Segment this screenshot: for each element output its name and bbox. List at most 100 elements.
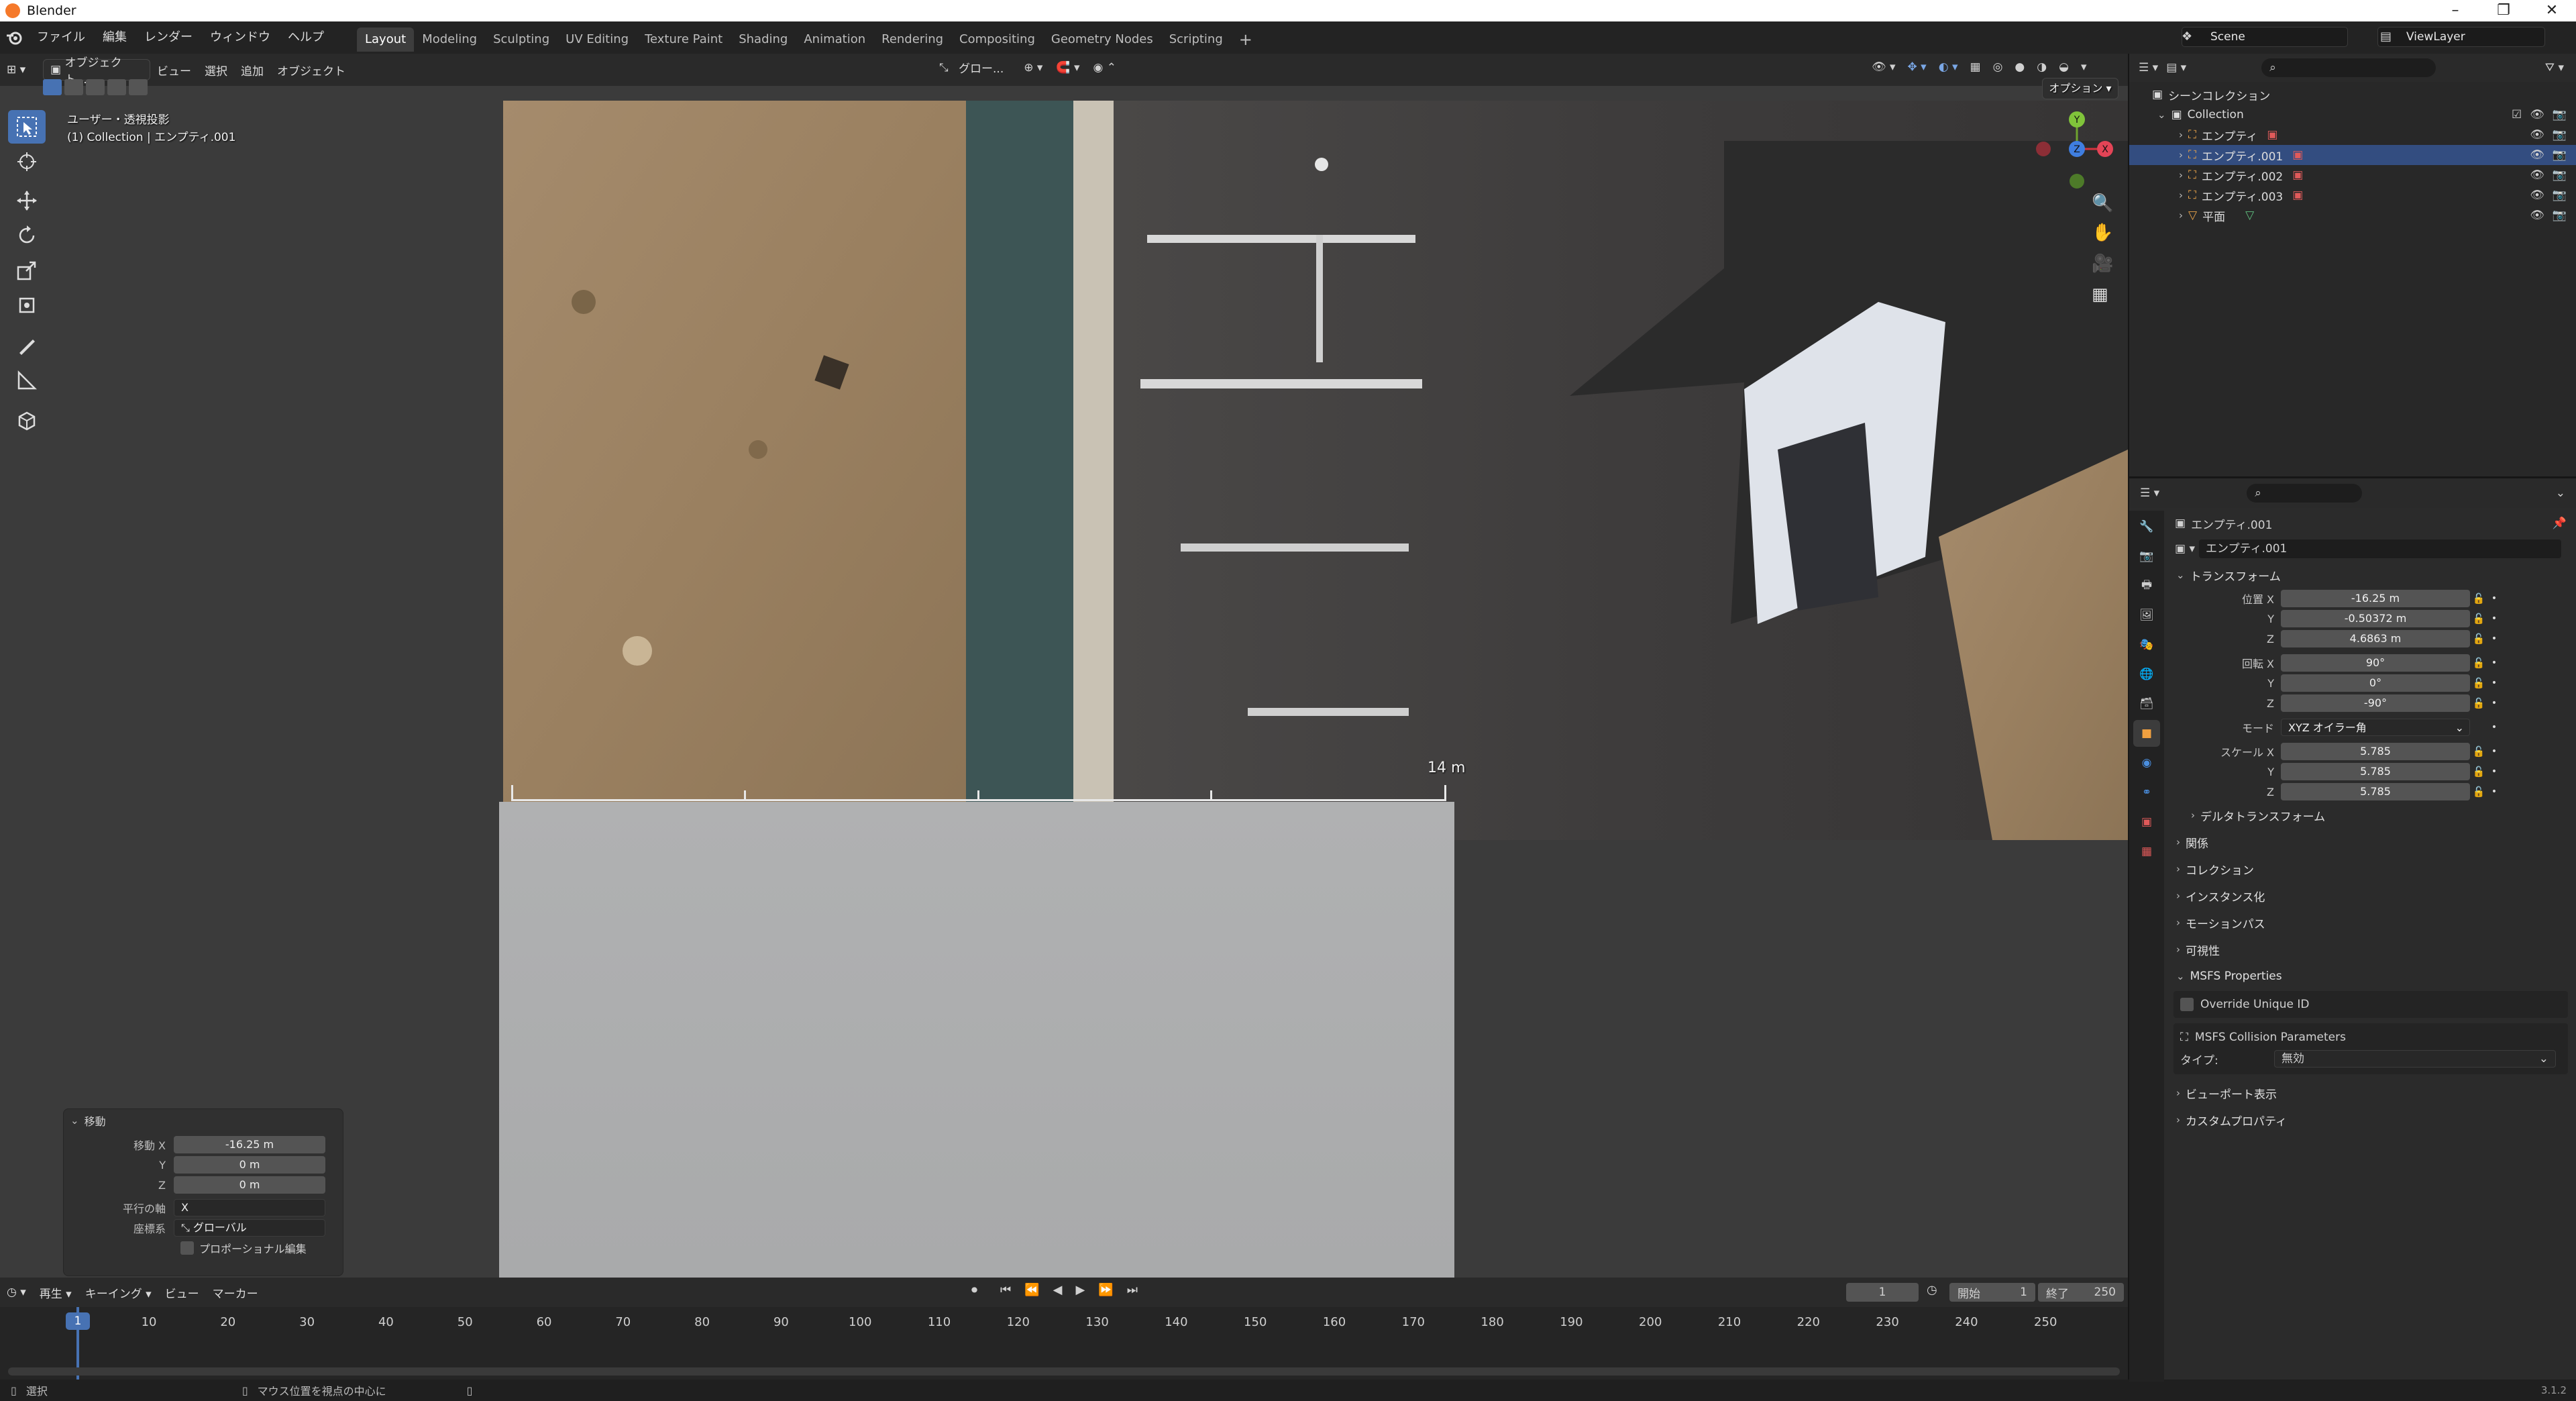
move-x-field[interactable]: -16.25 m: [174, 1136, 325, 1153]
menu-add[interactable]: 追加: [234, 62, 270, 79]
timeline-scrollbar[interactable]: [8, 1367, 2120, 1376]
location-x-field[interactable]: -16.25 m: [2281, 590, 2470, 607]
select-extend-icon[interactable]: [64, 79, 83, 95]
instancing-panel[interactable]: › インスタンス化: [2168, 882, 2573, 909]
constraint-axis-dropdown[interactable]: X: [174, 1199, 325, 1216]
rotate-tool[interactable]: [8, 219, 46, 252]
select-invert-icon[interactable]: [107, 79, 126, 95]
object-browse-icon[interactable]: ▣ ▾: [2175, 542, 2195, 556]
frame-ruler[interactable]: 10 20 30 40 50 60 70 80 90 100 110 120 130 140 150 160 1…: [0, 1278, 2128, 1380]
scene-name-field[interactable]: Scene: [2182, 27, 2348, 47]
properties-editor[interactable]: ☰ ▾ ⌕ ⌄ 🔧 📷 🖶 🖼 🎭 🌐 🗃 ■ ◉ ⚭ ▣ ▦ ▣ エンプティ.…: [2128, 476, 2576, 1382]
outliner-item-empty[interactable]: › ⛶ エンプティ ▣ 👁 📷: [2129, 125, 2576, 145]
render-tab-icon[interactable]: 📷: [2133, 543, 2160, 570]
ortho-toggle-icon[interactable]: ▦: [2092, 284, 2108, 305]
properties-editor-icon[interactable]: ☰ ▾: [2140, 486, 2159, 500]
tab-uv-editing[interactable]: UV Editing: [557, 28, 637, 52]
menu-object[interactable]: オブジェクト: [270, 62, 352, 79]
shading-wire-icon[interactable]: ◎: [1993, 60, 2003, 74]
output-tab-icon[interactable]: 🖶: [2133, 572, 2160, 599]
scene-selector[interactable]: ❖ Scene: [2182, 27, 2348, 47]
msfs-properties-panel[interactable]: ⌄ MSFS Properties: [2168, 963, 2573, 990]
eye-icon[interactable]: 👁: [2530, 168, 2544, 182]
keyframe-dot-icon[interactable]: •: [2487, 746, 2501, 757]
outliner[interactable]: ☰ ▾ ▤ ▾ ⌕ ⛛ ▾ ▣ シーンコレクション ⌄ ▣ Collection…: [2128, 54, 2576, 476]
object-tab-icon[interactable]: ■: [2133, 720, 2160, 747]
rotation-y-field[interactable]: 0°: [2281, 674, 2470, 692]
camera-icon[interactable]: 📷: [2553, 168, 2567, 182]
camera-icon[interactable]: 📷: [2553, 189, 2567, 202]
transform-tool[interactable]: [8, 289, 46, 322]
keyframe-dot-icon[interactable]: •: [2487, 633, 2501, 644]
tab-scripting[interactable]: Scripting: [1161, 28, 1231, 52]
tab-shading[interactable]: Shading: [731, 28, 796, 52]
plane-object[interactable]: [499, 802, 1454, 1278]
menu-select[interactable]: 選択: [198, 62, 234, 79]
measure-tool[interactable]: [8, 364, 46, 397]
gizmo-toggle-icon[interactable]: ✥ ▾: [1908, 60, 1927, 74]
display-mode-icon[interactable]: ▤ ▾: [2166, 61, 2186, 74]
timeline-editor[interactable]: ◷ ▾ 再生 ▾ キーイング ▾ ビュー マーカー ⏺ ⏮ ⏪ ◀ ▶ ⏩ ⏭ …: [0, 1278, 2128, 1380]
visibility-icon[interactable]: 👁 ▾: [1872, 60, 1896, 74]
lock-icon[interactable]: 🔓: [2470, 657, 2487, 669]
transform-panel-header[interactable]: ⌄ トランスフォーム: [2168, 562, 2573, 588]
outliner-item-plane[interactable]: › ▽ 平面 ▽ 👁 📷: [2129, 205, 2576, 225]
shading-render-icon[interactable]: ◒: [2059, 60, 2069, 74]
blender-menu-icon[interactable]: [0, 21, 28, 54]
camera-icon[interactable]: 📷: [2553, 128, 2567, 142]
add-workspace-button[interactable]: +: [1231, 28, 1260, 52]
menu-help[interactable]: ヘルプ: [279, 21, 333, 54]
lock-icon[interactable]: 🔓: [2470, 697, 2487, 709]
chevron-right-icon[interactable]: ›: [2179, 209, 2183, 221]
location-z-field[interactable]: 4.6863 m: [2281, 630, 2470, 647]
collection-tab-icon[interactable]: 🗃: [2133, 690, 2160, 717]
overlay-toggle-icon[interactable]: ◐ ▾: [1939, 60, 1958, 74]
lock-icon[interactable]: 🔓: [2470, 745, 2487, 758]
keyframe-dot-icon[interactable]: •: [2487, 722, 2501, 733]
scale-y-field[interactable]: 5.785: [2281, 763, 2470, 780]
move-z-field[interactable]: 0 m: [174, 1176, 325, 1194]
outliner-item-empty-003[interactable]: › ⛶ エンプティ.003 ▣ 👁 📷: [2129, 185, 2576, 205]
properties-search-input[interactable]: ⌕: [2247, 484, 2363, 503]
view-layer-tab-icon[interactable]: 🖼: [2133, 602, 2160, 629]
pin-icon[interactable]: 📌: [2553, 517, 2567, 530]
lock-icon[interactable]: 🔓: [2470, 677, 2487, 689]
keyframe-dot-icon[interactable]: •: [2487, 593, 2501, 604]
camera-icon[interactable]: 📷: [2553, 108, 2567, 121]
rotation-z-field[interactable]: -90°: [2281, 694, 2470, 712]
transform-orientation[interactable]: ⤡ グロー... ⊕ ▾ 🧲 ▾ ◉ ⌃: [939, 59, 1116, 76]
menu-edit[interactable]: 編集: [94, 21, 136, 54]
proportional-icon[interactable]: ◉ ⌃: [1093, 61, 1116, 74]
texture-tab-icon[interactable]: ▦: [2133, 838, 2160, 865]
menu-render[interactable]: レンダー: [136, 21, 201, 54]
outliner-item-empty-002[interactable]: › ⛶ エンプティ.002 ▣ 👁 📷: [2129, 165, 2576, 185]
keyframe-dot-icon[interactable]: •: [2487, 678, 2501, 688]
proportional-checkbox[interactable]: [180, 1241, 194, 1255]
physics-tab-icon[interactable]: ◉: [2133, 749, 2160, 776]
pivot-icon[interactable]: ⊕ ▾: [1024, 61, 1042, 74]
tab-geometry-nodes[interactable]: Geometry Nodes: [1043, 28, 1161, 52]
add-cube-tool[interactable]: [8, 404, 46, 437]
minimize-button[interactable]: –: [2431, 0, 2479, 21]
object-name-field[interactable]: エンプティ.001: [2199, 539, 2561, 558]
custom-properties-panel[interactable]: › カスタムプロパティ: [2168, 1106, 2573, 1133]
chevron-down-icon[interactable]: ⌄: [2556, 486, 2565, 500]
viewlayer-name-field[interactable]: ViewLayer: [2377, 27, 2545, 47]
camera-icon[interactable]: 📷: [2553, 148, 2567, 162]
collections-panel[interactable]: › コレクション: [2168, 855, 2573, 882]
menu-window[interactable]: ウィンドウ: [201, 21, 279, 54]
viewlayer-selector[interactable]: ▤ ViewLayer: [2377, 27, 2545, 47]
move-y-field[interactable]: 0 m: [174, 1156, 325, 1174]
shading-dropdown-icon[interactable]: ▾: [2081, 60, 2087, 74]
outliner-scene-collection[interactable]: ▣ シーンコレクション: [2129, 85, 2576, 105]
tab-modeling[interactable]: Modeling: [414, 28, 485, 52]
tool-tab-icon[interactable]: 🔧: [2133, 513, 2160, 540]
pan-view-icon[interactable]: ✋: [2092, 223, 2113, 243]
lock-icon[interactable]: 🔓: [2470, 613, 2487, 625]
select-subtract-icon[interactable]: [86, 79, 105, 95]
outliner-search-input[interactable]: ⌕: [2261, 58, 2436, 77]
tab-animation[interactable]: Animation: [796, 28, 873, 52]
snap-icon[interactable]: 🧲 ▾: [1056, 61, 1079, 74]
eye-icon[interactable]: 👁: [2530, 189, 2544, 202]
close-window-button[interactable]: ✕: [2528, 0, 2576, 21]
